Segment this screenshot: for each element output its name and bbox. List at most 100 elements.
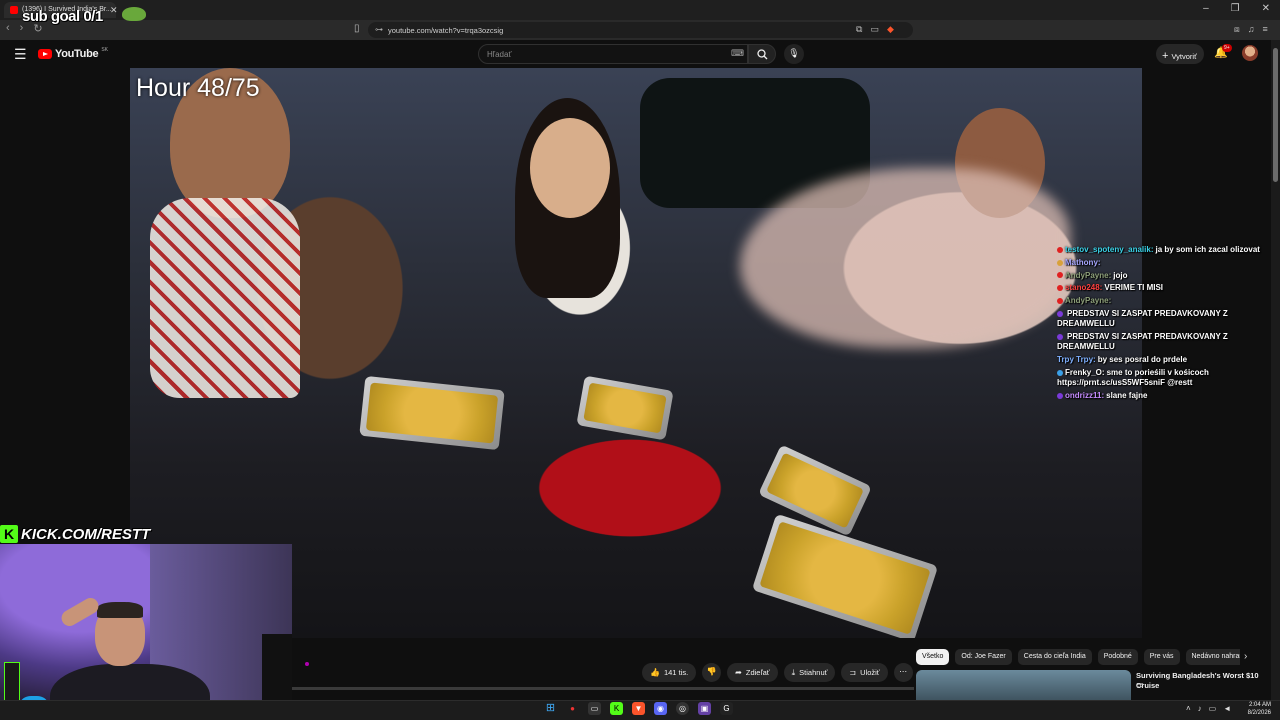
chat-username: AndyPayne: <box>1065 296 1112 306</box>
cursor-dot <box>305 662 309 666</box>
like-count: 141 tis. <box>663 668 689 677</box>
chat-text: jojo <box>1113 270 1128 280</box>
chat-badge-icon <box>1057 285 1063 292</box>
create-label: Vytvoriť <box>1171 52 1197 61</box>
kick-url-text: KICK.COM/RESTT <box>21 525 151 543</box>
chat-message: testov_spoteny_analik: ja by som ich zaca… <box>1057 245 1277 255</box>
volume-icon[interactable]: ◄ <box>1223 704 1231 713</box>
chat-badge-icon <box>1057 246 1063 253</box>
youtube-logo[interactable]: YouTube SK <box>38 47 108 60</box>
app-icon[interactable]: G <box>720 702 733 715</box>
chip-0[interactable]: Všetko <box>916 649 950 665</box>
chat-username: AndyPayne: <box>1065 270 1112 280</box>
clock-date: 8/2/2026 <box>1247 710 1271 716</box>
checkered-scarf <box>150 198 300 398</box>
brave-browser-icon[interactable]: ▼ <box>632 702 645 715</box>
streamer-webcam <box>0 544 292 720</box>
tab-close-icon[interactable]: ✕ <box>110 5 118 16</box>
chip-1[interactable]: Od: Joe Fazer <box>955 649 1012 665</box>
close-window-button[interactable]: ✕ <box>1262 3 1270 14</box>
media-icon[interactable]: ♫ <box>1248 24 1255 35</box>
search-input[interactable]: Hľadať <box>478 44 748 64</box>
extension-tools: ⧈ ♫ ≡ <box>1234 24 1268 35</box>
url-field[interactable]: ⊶ youtube.com/watch?v=trqa3ozcsig <box>368 22 913 38</box>
create-button[interactable]: + Vytvoriť <box>1156 44 1204 64</box>
mic-tray-icon[interactable]: ♪ <box>1198 704 1202 713</box>
share-icon: ➦ <box>735 668 742 677</box>
chat-message: Frenky_O: sme to porieśili v kośicoch htt… <box>1057 368 1277 389</box>
chat-message: Trpy Trpy: by ses posral do prdele <box>1057 355 1277 365</box>
recommended-video-title[interactable]: Surviving Bangladesh's Worst $10 Cruise <box>1136 671 1266 691</box>
chip-4[interactable]: Pre vás <box>1143 649 1180 665</box>
window-controls: – ❐ ✕ <box>1203 3 1270 14</box>
chip-2[interactable]: Cesta do cieľa India <box>1017 649 1092 665</box>
voice-search-button[interactable]: 🎙 <box>784 44 804 64</box>
page-progress-strip <box>292 687 914 690</box>
sub-goal-overlay: sub goal 0/1 <box>22 8 103 25</box>
save-label: Uložiť <box>860 668 880 677</box>
download-button[interactable]: ⤓ Stiahnuť <box>783 663 836 682</box>
network-icon[interactable]: ▭ <box>1209 704 1217 713</box>
taskbar-clock[interactable]: 2:04 AM 8/2/2026 <box>1243 701 1271 717</box>
brave-shield-icon[interactable]: ◆ <box>887 24 894 35</box>
chip-5[interactable]: Nedávno nahrané <box>1185 649 1240 665</box>
youtube-favicon-icon <box>10 6 18 14</box>
extensions-icon[interactable]: ⧈ <box>1234 24 1240 35</box>
download-icon: ⤓ <box>791 668 796 677</box>
chat-badge-icon <box>1057 392 1063 399</box>
scrollbar-thumb[interactable] <box>1273 48 1278 182</box>
chat-username: Frenky_O: <box>1065 367 1105 377</box>
recommendation-chips: Všetko Od: Joe Fazer Cesta do cieľa India P… <box>916 649 1240 665</box>
taskbar-apps: ⊞ ● ▭ K ▼ ◉ ◎ ▣ G <box>544 702 733 715</box>
account-avatar[interactable] <box>1242 45 1258 61</box>
clock-time: 2:04 AM <box>1248 702 1271 708</box>
chat-message: AndyPayne: <box>1057 296 1277 306</box>
chat-badge-icon <box>1057 272 1063 279</box>
share-button[interactable]: ➦ Zdieľať <box>727 663 778 682</box>
search-icon <box>757 49 768 60</box>
search-button[interactable] <box>748 44 776 64</box>
kick-app-icon[interactable]: K <box>610 702 623 715</box>
recommended-video-thumbnail[interactable] <box>916 670 1131 700</box>
url-text: youtube.com/watch?v=trqa3ozcsig <box>388 26 504 35</box>
chip-3[interactable]: Podobné <box>1097 649 1138 665</box>
cast-icon[interactable]: ▭ <box>870 24 879 35</box>
plus-icon: + <box>1162 50 1169 62</box>
chat-badge-icon <box>1057 369 1063 376</box>
chat-message: PREDSTAV SI ZASPAT PREDAVKOVANY Z DREAMW… <box>1057 309 1277 330</box>
chat-text: by ses posral do prdele <box>1097 355 1188 365</box>
chat-username: stano248: <box>1065 283 1103 293</box>
minimize-button[interactable]: – <box>1203 3 1209 14</box>
thumbs-down-icon: 👎 <box>706 667 717 676</box>
dislike-button[interactable]: 👎 <box>702 663 722 682</box>
chat-badge-icon <box>1057 298 1063 305</box>
terminal-icon[interactable]: ▭ <box>588 702 601 715</box>
keyboard-icon[interactable]: ⌨ <box>731 48 744 59</box>
kick-banner: K KICK.COM/RESTT <box>0 524 150 544</box>
maximize-button[interactable]: ❐ <box>1231 3 1240 14</box>
bookmark-icon[interactable]: ▯ <box>354 23 360 34</box>
more-actions-button[interactable]: ⋯ <box>893 663 913 682</box>
windows-start-icon[interactable]: ⊞ <box>544 702 557 715</box>
recommended-video-channel[interactable]: ee <box>1136 682 1144 689</box>
site-info-icon[interactable]: ⊶ <box>375 25 383 34</box>
discord-icon[interactable]: ◉ <box>654 702 667 715</box>
chat-badge-icon <box>1057 333 1063 340</box>
save-button[interactable]: ⊐ Uložiť <box>841 663 888 682</box>
browser-menu-icon[interactable]: ≡ <box>1262 24 1267 35</box>
back-icon[interactable]: ‹ <box>6 22 10 35</box>
chat-username: Mathony: <box>1065 257 1101 267</box>
obs-icon[interactable]: ◎ <box>676 702 689 715</box>
chat-text: slane fajne <box>1106 391 1148 401</box>
twitch-app-icon[interactable]: ▣ <box>698 702 711 715</box>
maps-pin-icon[interactable]: ● <box>566 702 579 715</box>
chevron-right-icon[interactable]: › <box>1244 651 1247 662</box>
chat-message: PREDSTAV SI ZASPAT PREDAVKOVANY Z DREAMW… <box>1057 332 1277 353</box>
like-button[interactable]: 👍 141 tis. <box>642 663 697 682</box>
chat-message: stano248: VERIME TI MISI <box>1057 283 1277 293</box>
chevron-up-icon[interactable]: ˄ <box>1186 704 1191 713</box>
translate-icon[interactable]: ⧉ <box>856 24 862 35</box>
youtube-logo-text: YouTube <box>55 48 99 60</box>
chat-text: ja by som ich zacal olizovat <box>1155 245 1260 254</box>
hamburger-menu-icon[interactable]: ☰ <box>14 46 27 63</box>
